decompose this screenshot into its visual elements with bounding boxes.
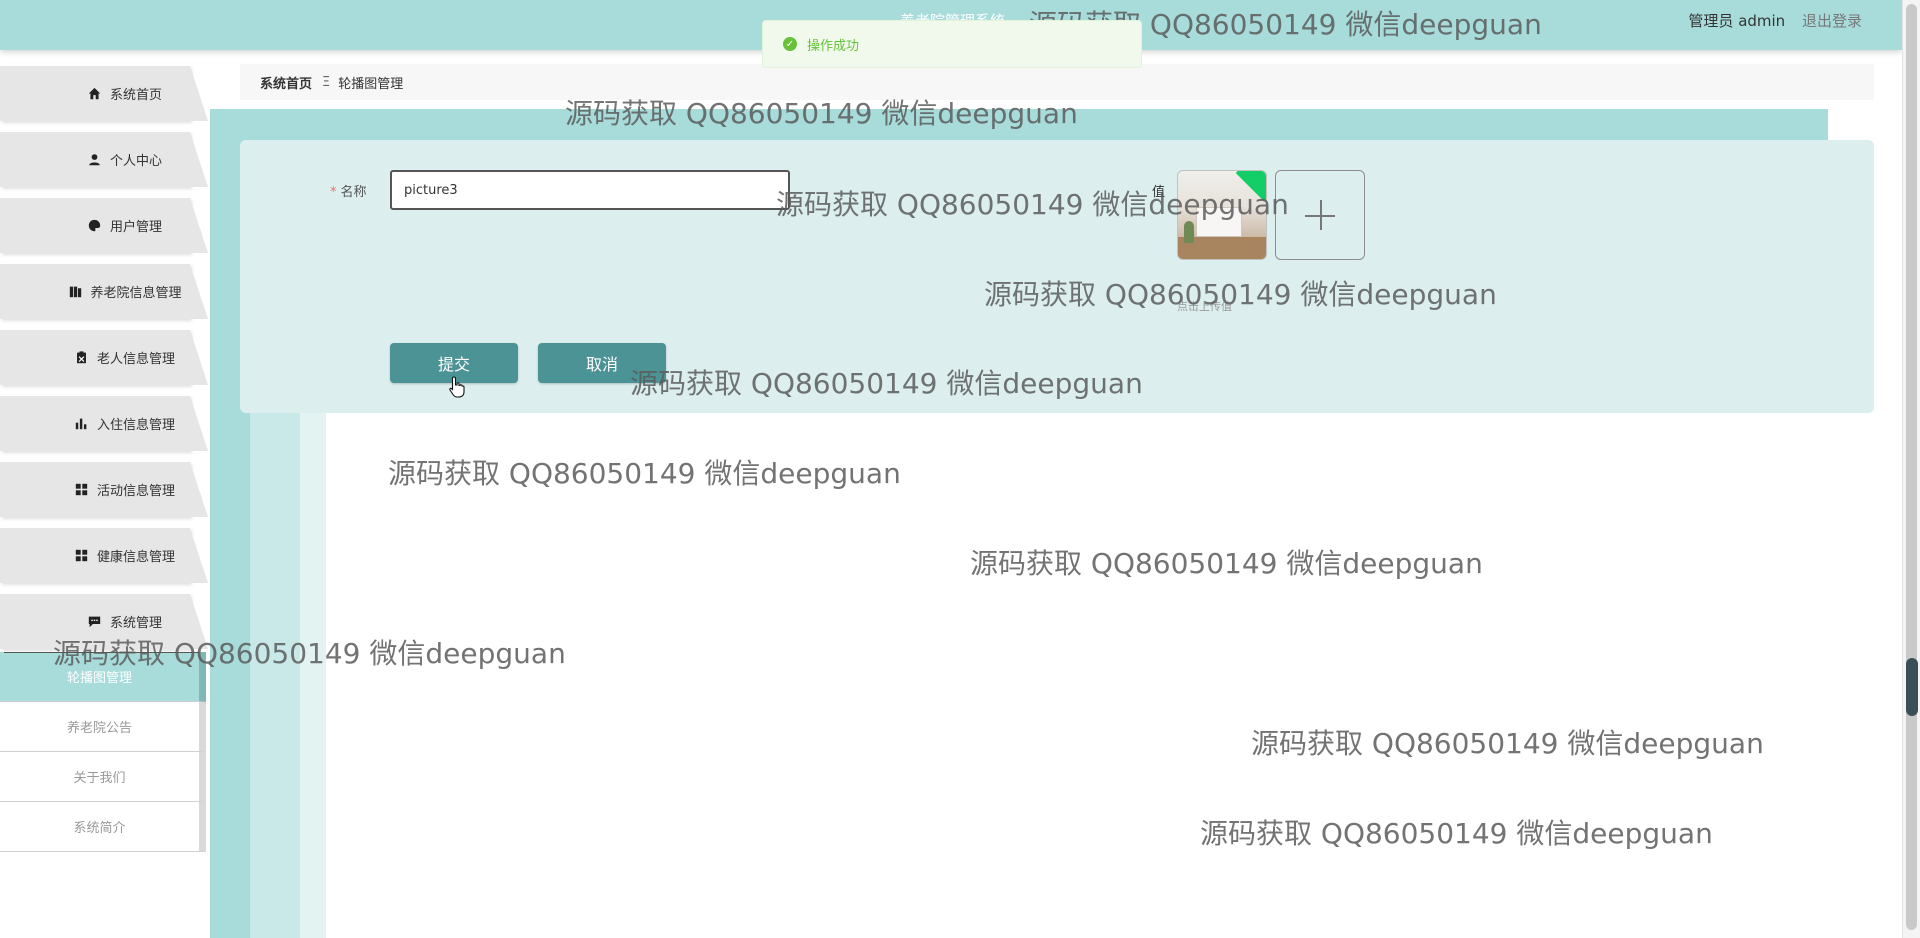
- breadcrumb-home[interactable]: 系统首页: [260, 73, 312, 92]
- user-area: 管理员 admin 退出登录: [1688, 10, 1862, 31]
- grid-icon: [75, 483, 89, 497]
- success-toast: ✓ 操作成功: [762, 20, 1142, 68]
- name-label: * 名称: [330, 181, 367, 200]
- menu-content: 入住信息管理: [0, 396, 250, 451]
- sidebar-item-label: 养老院信息管理: [90, 286, 182, 301]
- decor-strip-1: [250, 413, 300, 938]
- sidebar-item-system[interactable]: 系统管理: [0, 594, 210, 649]
- upload-plus-button[interactable]: [1275, 170, 1365, 260]
- grid-icon: [75, 549, 89, 563]
- name-label-text: 名称: [340, 185, 367, 200]
- menu-content: 系统首页: [0, 66, 250, 121]
- name-input[interactable]: [390, 170, 790, 210]
- menu-content: 老人信息管理: [0, 330, 250, 385]
- thumbnail-shelf: [1196, 207, 1242, 237]
- menu-content: 用户管理: [0, 198, 250, 253]
- upload-hint: 点击上传值: [1177, 300, 1232, 313]
- breadcrumb-separator: Ξ: [322, 74, 331, 90]
- sidebar-item-users[interactable]: 用户管理: [0, 198, 210, 253]
- sidebar-item-label: 入住信息管理: [96, 418, 175, 433]
- menu-content: 养老院信息管理: [0, 264, 250, 319]
- home-icon: [88, 87, 102, 101]
- scrollbar-thumb[interactable]: [1906, 4, 1917, 930]
- required-mark: *: [330, 185, 337, 200]
- sidebar-item-checkin[interactable]: 入住信息管理: [0, 396, 210, 451]
- breadcrumb-current: 轮播图管理: [338, 76, 404, 92]
- submenu-item-intro[interactable]: 系统简介: [0, 802, 206, 852]
- breadcrumb: 系统首页 Ξ 轮播图管理: [240, 64, 1874, 100]
- palette-icon: [88, 219, 102, 233]
- admin-label: 管理员 admin: [1688, 12, 1786, 30]
- logout-link[interactable]: 退出登录: [1802, 12, 1862, 30]
- sidebar-item-label: 健康信息管理: [96, 550, 175, 565]
- sidebar-item-label: 老人信息管理: [96, 352, 175, 367]
- sidebar-item-profile[interactable]: 个人中心: [0, 132, 210, 187]
- page-scrollbar[interactable]: [1902, 0, 1920, 938]
- sidebar-item-label: 个人中心: [109, 154, 162, 169]
- sidebar-item-home[interactable]: 系统首页: [0, 66, 210, 121]
- decor-strip-2: [300, 413, 326, 938]
- menu-content: 活动信息管理: [0, 462, 250, 517]
- hand-cursor-icon: [448, 376, 466, 402]
- submenu-item-about[interactable]: 关于我们: [0, 752, 206, 802]
- menu-content: 个人中心: [0, 132, 250, 187]
- sidebar-item-health[interactable]: 健康信息管理: [0, 528, 210, 583]
- sidebar-item-label: 用户管理: [109, 220, 162, 235]
- menu-content: 健康信息管理: [0, 528, 250, 583]
- sidebar-item-label: 系统首页: [109, 88, 162, 103]
- chat-icon: [88, 615, 102, 629]
- book-icon: [68, 285, 82, 299]
- uploaded-image-thumbnail[interactable]: [1177, 170, 1267, 260]
- content-area: [326, 413, 1902, 938]
- cancel-button[interactable]: 取消: [538, 343, 666, 383]
- submenu-divider: [4, 652, 199, 653]
- sidebar-item-elderly[interactable]: 老人信息管理: [0, 330, 210, 385]
- toast-message: 操作成功: [807, 38, 860, 54]
- sidebar-item-label: 活动信息管理: [96, 484, 175, 499]
- sidebar-item-nursing-home[interactable]: 养老院信息管理: [0, 264, 210, 319]
- clipboard-icon: [75, 351, 89, 365]
- sidebar-item-activities[interactable]: 活动信息管理: [0, 462, 210, 517]
- floating-side-handle[interactable]: [1906, 658, 1918, 716]
- menu-content: 系统管理: [0, 594, 250, 649]
- system-submenu: 轮播图管理 养老院公告 关于我们 系统简介: [0, 652, 206, 852]
- carousel-edit-form: *名称 值 点击上传值 提交 取消: [240, 140, 1874, 413]
- submenu-item-carousel[interactable]: 轮播图管理: [0, 652, 206, 702]
- user-icon: [88, 153, 102, 167]
- sidebar-item-label: 系统管理: [109, 616, 162, 631]
- submenu-item-announcements[interactable]: 养老院公告: [0, 702, 206, 752]
- check-circle-icon: ✓: [783, 37, 797, 51]
- value-label: 值: [1152, 185, 1166, 200]
- bar-chart-icon: [75, 417, 89, 431]
- main-background-gap: [1828, 109, 1902, 140]
- sidebar: 系统首页 个人中心 用户管理 养老院信息管理 老人信息管理 入住信息管理 活动信…: [0, 66, 210, 660]
- upload-success-badge: [1235, 171, 1266, 202]
- thumbnail-plant: [1184, 221, 1194, 243]
